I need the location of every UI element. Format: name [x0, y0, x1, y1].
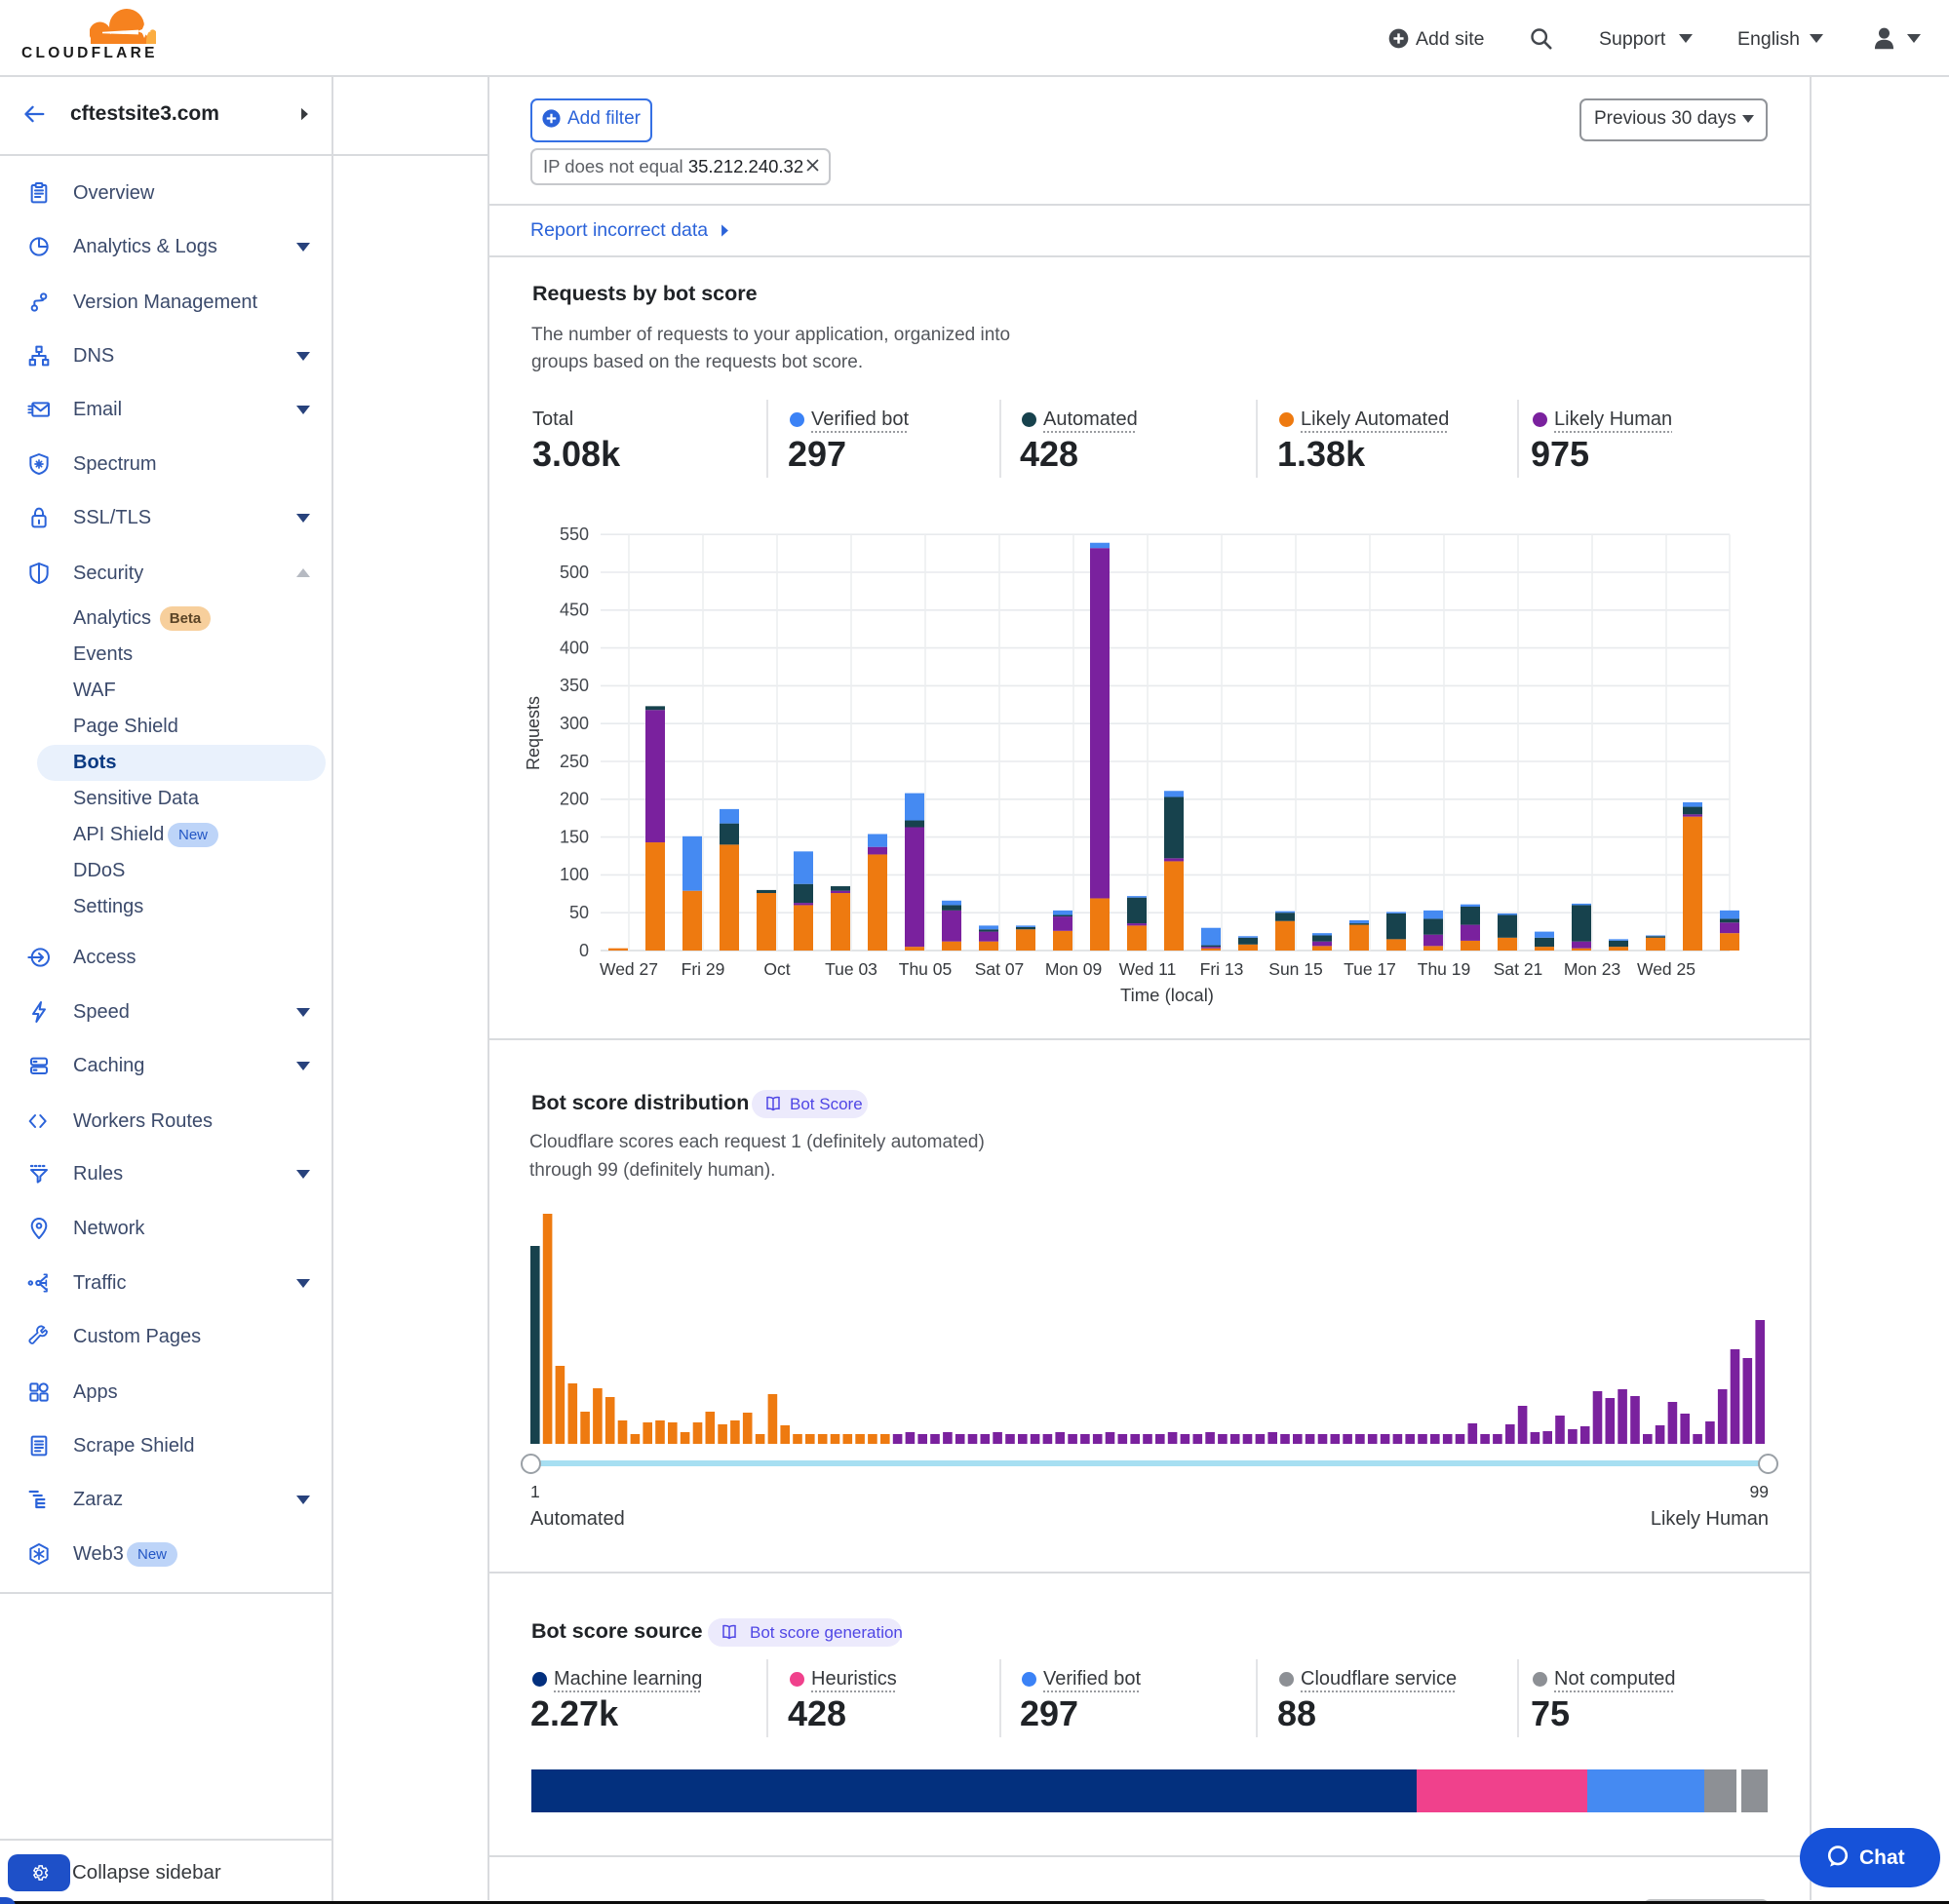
- svg-text:Fri 29: Fri 29: [682, 959, 725, 979]
- svg-text:150: 150: [560, 827, 589, 846]
- svg-text:300: 300: [560, 714, 589, 733]
- svg-text:Sat 21: Sat 21: [1494, 959, 1543, 979]
- svg-text:Requests: Requests: [524, 696, 543, 770]
- svg-text:0: 0: [579, 941, 589, 960]
- svg-text:500: 500: [560, 563, 589, 582]
- svg-text:250: 250: [560, 752, 589, 771]
- svg-text:Wed 25: Wed 25: [1637, 959, 1696, 979]
- svg-text:Sun 15: Sun 15: [1268, 959, 1322, 979]
- svg-text:Time (local): Time (local): [1120, 985, 1214, 1005]
- svg-text:350: 350: [560, 676, 589, 695]
- svg-text:200: 200: [560, 790, 589, 809]
- svg-text:Wed 27: Wed 27: [600, 959, 658, 979]
- svg-text:Thu 19: Thu 19: [1418, 959, 1470, 979]
- svg-text:400: 400: [560, 638, 589, 657]
- svg-text:Tue 03: Tue 03: [825, 959, 877, 979]
- svg-text:Wed 11: Wed 11: [1119, 959, 1177, 979]
- svg-text:550: 550: [560, 525, 589, 544]
- svg-text:Mon 09: Mon 09: [1045, 959, 1102, 979]
- svg-text:450: 450: [560, 601, 589, 620]
- svg-text:Fri 13: Fri 13: [1200, 959, 1244, 979]
- svg-text:50: 50: [569, 903, 589, 922]
- svg-text:Sat 07: Sat 07: [975, 959, 1025, 979]
- svg-text:Tue 17: Tue 17: [1344, 959, 1396, 979]
- svg-text:Mon 23: Mon 23: [1564, 959, 1620, 979]
- svg-text:Oct: Oct: [763, 959, 790, 979]
- svg-text:Thu 05: Thu 05: [899, 959, 952, 979]
- svg-text:100: 100: [560, 865, 589, 884]
